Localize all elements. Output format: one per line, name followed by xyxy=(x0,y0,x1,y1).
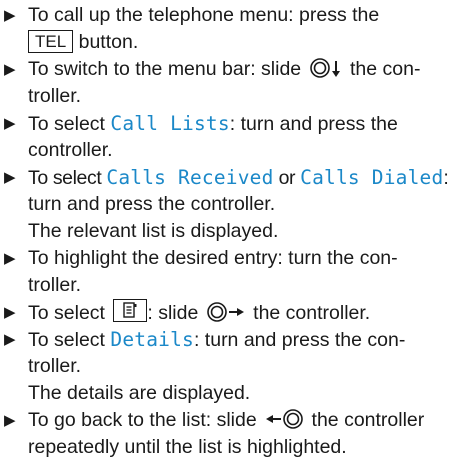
bullet-arrow-icon: ▶ xyxy=(4,412,16,429)
step-line: troller. xyxy=(28,355,82,377)
menu-item-calls-received: Calls Received xyxy=(106,166,274,189)
controller-slide-down-icon xyxy=(309,57,343,87)
step-text: To go back to the list: slide the contro… xyxy=(28,407,460,461)
step-line: controller. xyxy=(28,139,113,161)
bullet-arrow-icon: ▶ xyxy=(4,61,16,78)
step-line: To select : slide the controller. xyxy=(28,299,460,326)
menu-item-call-lists: Call Lists xyxy=(110,112,230,135)
bullet-arrow-icon: ▶ xyxy=(4,250,16,267)
bullet-arrow-icon: ▶ xyxy=(4,304,16,321)
bullet-arrow-icon: ▶ xyxy=(4,115,16,132)
bullet-arrow-icon: ▶ xyxy=(4,331,16,348)
instruction-page: ▶ To call up the telephone menu: press t… xyxy=(0,0,460,472)
step-line: The details are displayed. xyxy=(28,382,251,404)
step-line: To call up the telephone menu: press the xyxy=(28,4,380,26)
step-text: To highlight the desired entry: turn the… xyxy=(28,245,460,299)
step-text: To select Call Lists: turn and press the… xyxy=(28,110,460,164)
step-line: turn and press the controller. xyxy=(28,193,276,215)
step-text: To select Details: turn and press the co… xyxy=(28,326,460,407)
menu-item-calls-dialed: Calls Dialed xyxy=(300,166,444,189)
step-line: To switch to the menu bar: slide the con… xyxy=(28,56,460,83)
step-line: troller. xyxy=(28,85,82,107)
step-line: The relevant list is displayed. xyxy=(28,220,279,242)
step-text: To select : slide the controller. xyxy=(28,299,460,326)
bullet-arrow-icon: ▶ xyxy=(4,169,16,186)
step-text: To select Calls Received or Calls Dialed… xyxy=(28,164,460,245)
step-line: To select Call Lists: turn and press the xyxy=(28,112,398,135)
phonebook-icon xyxy=(113,299,148,322)
step-line: repeatedly until the list is highlighted… xyxy=(28,436,347,458)
step-line: To select Details: turn and press the co… xyxy=(28,328,406,351)
tel-key: TEL xyxy=(28,30,74,53)
step-line: troller. xyxy=(28,274,82,296)
step-line: To select Calls Received or Calls Dialed… xyxy=(28,166,449,189)
bullet-arrow-icon: ▶ xyxy=(4,7,16,24)
step-line: To highlight the desired entry: turn the… xyxy=(28,247,398,269)
step-text: To call up the telephone menu: press the… xyxy=(28,2,460,56)
step-text: To switch to the menu bar: slide the con… xyxy=(28,56,460,110)
menu-item-details: Details xyxy=(110,328,194,351)
step-line: To go back to the list: slide the contro… xyxy=(28,407,460,434)
step-line: TEL button. xyxy=(28,29,460,56)
